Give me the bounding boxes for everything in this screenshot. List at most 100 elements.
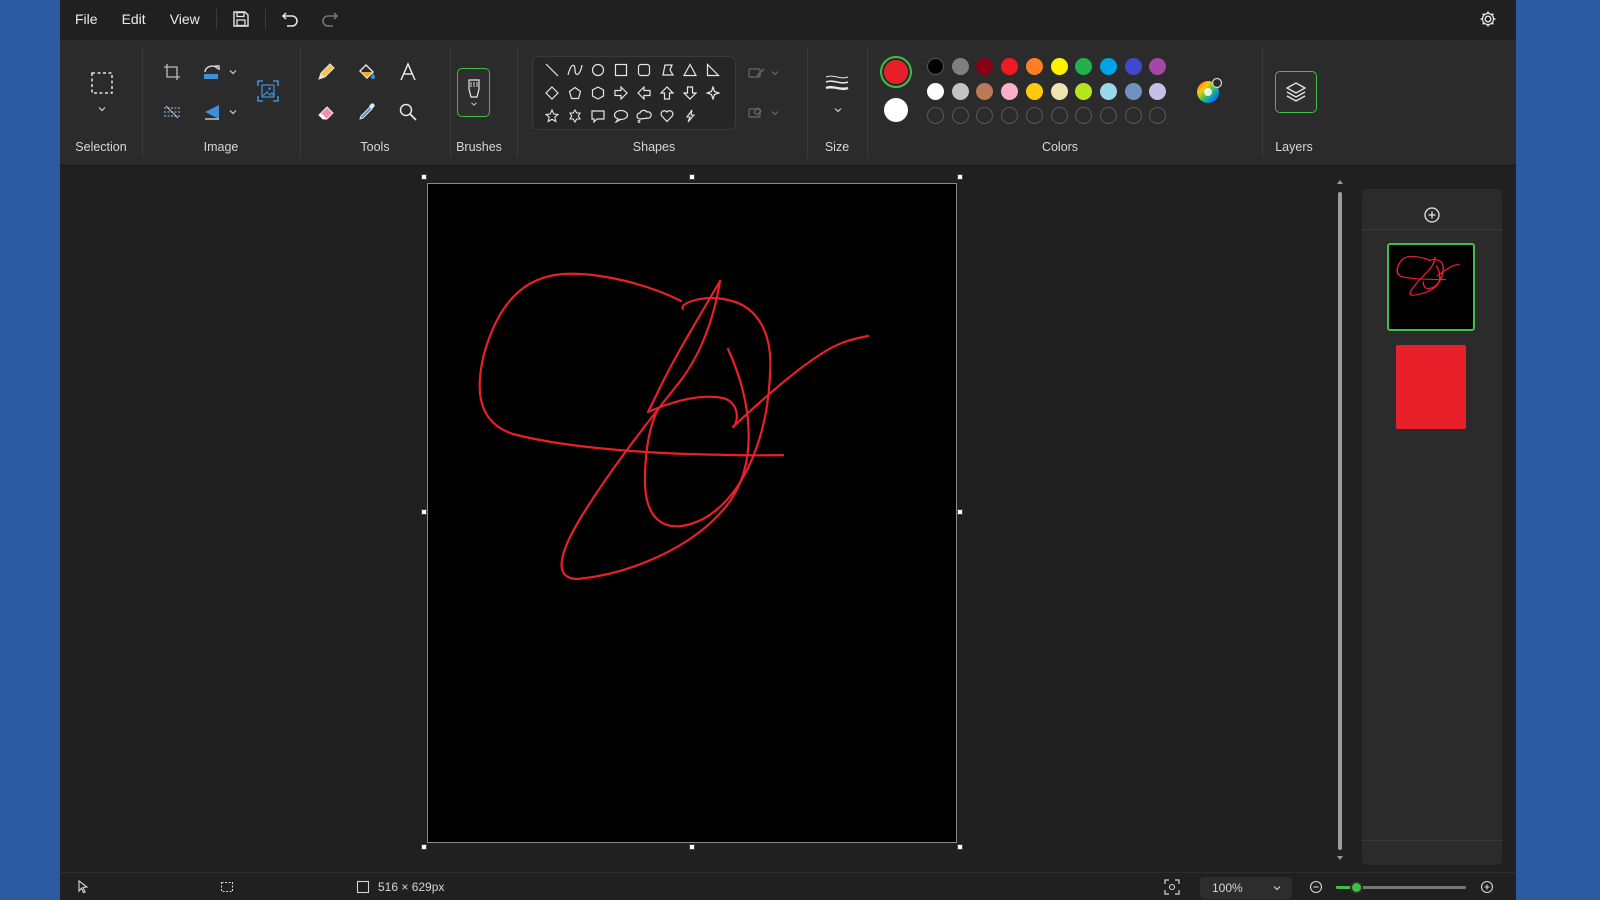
palette-color-swatch[interactable] (1099, 82, 1117, 100)
flip-icon[interactable] (197, 97, 227, 127)
palette-color-swatch[interactable] (1001, 58, 1019, 75)
palette-color-swatch[interactable] (1075, 58, 1093, 75)
resize-handle-bottom[interactable] (689, 844, 695, 850)
hexagon-shape-icon[interactable] (589, 84, 607, 102)
layer-1-thumbnail[interactable] (1387, 243, 1475, 331)
resize-handle-right[interactable] (957, 509, 963, 515)
six-point-star-shape-icon[interactable] (566, 107, 584, 125)
fit-to-window-icon[interactable] (1164, 873, 1180, 900)
palette-color-swatch[interactable] (1001, 82, 1019, 100)
menu-file[interactable]: File (63, 0, 110, 38)
drawing-canvas[interactable] (427, 183, 957, 843)
zoom-slider-thumb[interactable] (1349, 881, 1363, 894)
menu-edit[interactable]: Edit (110, 0, 158, 38)
polygon-shape-icon[interactable] (658, 61, 676, 79)
palette-color-swatch[interactable] (927, 82, 944, 100)
resize-handle-left[interactable] (421, 509, 427, 515)
resize-icon[interactable] (197, 57, 227, 87)
custom-color-slot[interactable] (976, 107, 994, 124)
custom-color-slot[interactable] (927, 107, 944, 124)
palette-color-swatch[interactable] (927, 58, 944, 75)
fill-bucket-icon[interactable] (352, 57, 382, 87)
scroll-down-arrow-icon[interactable] (1336, 854, 1344, 862)
up-arrow-shape-icon[interactable] (658, 84, 676, 102)
oval-shape-icon[interactable] (589, 61, 607, 79)
custom-color-slot[interactable] (1124, 107, 1142, 124)
right-arrow-shape-icon[interactable] (612, 84, 630, 102)
settings-gear-icon[interactable] (1476, 7, 1500, 31)
zoom-level-dropdown[interactable]: 100% (1200, 877, 1292, 899)
palette-color-swatch[interactable] (976, 58, 994, 75)
shape-outline-icon[interactable] (742, 58, 772, 88)
save-icon[interactable] (221, 0, 261, 38)
palette-color-swatch[interactable] (1025, 58, 1043, 75)
custom-color-slot[interactable] (1001, 107, 1019, 124)
zoom-in-icon[interactable] (1480, 873, 1494, 900)
zoom-slider[interactable] (1336, 881, 1466, 894)
palette-color-swatch[interactable] (1050, 82, 1068, 100)
resize-handle-top-left[interactable] (421, 174, 427, 180)
resize-handle-bottom-left[interactable] (421, 844, 427, 850)
layers-button[interactable] (1275, 71, 1317, 113)
resize-handle-top[interactable] (689, 174, 695, 180)
custom-color-slot[interactable] (1075, 107, 1093, 124)
palette-color-swatch[interactable] (1124, 58, 1142, 75)
undo-icon[interactable] (270, 0, 310, 38)
oval-callout-shape-icon[interactable] (612, 107, 630, 125)
pentagon-shape-icon[interactable] (566, 84, 584, 102)
palette-color-swatch[interactable] (1149, 58, 1167, 75)
magnifier-icon[interactable] (393, 97, 423, 127)
pencil-icon[interactable] (311, 57, 341, 87)
triangle-shape-icon[interactable] (681, 61, 699, 79)
rectangle-select-icon[interactable] (87, 68, 117, 98)
palette-color-swatch[interactable] (951, 58, 969, 75)
curve-shape-icon[interactable] (566, 61, 584, 79)
scroll-up-arrow-icon[interactable] (1336, 178, 1344, 186)
background-layer-thumbnail[interactable] (1396, 345, 1466, 429)
stroke-size-icon[interactable] (822, 68, 852, 98)
brushes-button[interactable] (457, 68, 490, 117)
five-point-star-shape-icon[interactable] (543, 107, 561, 125)
custom-color-slot[interactable] (1025, 107, 1043, 124)
primary-color-swatch[interactable] (880, 56, 912, 88)
left-arrow-shape-icon[interactable] (635, 84, 653, 102)
four-point-star-shape-icon[interactable] (704, 84, 722, 102)
zoom-out-icon[interactable] (1309, 873, 1323, 900)
rounded-rectangle-shape-icon[interactable] (635, 61, 653, 79)
palette-color-swatch[interactable] (1025, 82, 1043, 100)
crop-icon[interactable] (157, 57, 187, 87)
custom-color-slot[interactable] (1050, 107, 1068, 124)
resize-handle-bottom-right[interactable] (957, 844, 963, 850)
skew-icon[interactable] (157, 97, 187, 127)
add-layer-plus-icon[interactable] (1418, 201, 1446, 229)
vertical-scrollbar[interactable] (1337, 178, 1343, 872)
chevron-down-icon[interactable] (228, 107, 238, 117)
custom-color-slot[interactable] (1099, 107, 1117, 124)
redo-icon[interactable] (310, 0, 350, 38)
chevron-down-icon[interactable] (97, 104, 107, 114)
image-remove-background-icon[interactable] (253, 76, 283, 106)
palette-color-swatch[interactable] (1149, 82, 1167, 100)
right-triangle-shape-icon[interactable] (704, 61, 722, 79)
color-picker-icon[interactable] (352, 97, 382, 127)
diamond-shape-icon[interactable] (543, 84, 561, 102)
shape-fill-icon[interactable] (742, 98, 772, 128)
line-shape-icon[interactable] (543, 61, 561, 79)
palette-color-swatch[interactable] (1050, 58, 1068, 75)
palette-color-swatch[interactable] (1099, 58, 1117, 75)
palette-color-swatch[interactable] (1075, 82, 1093, 100)
resize-handle-top-right[interactable] (957, 174, 963, 180)
palette-color-swatch[interactable] (1124, 82, 1142, 100)
rectangle-shape-icon[interactable] (612, 61, 630, 79)
eraser-icon[interactable] (311, 97, 341, 127)
custom-color-slot[interactable] (1149, 107, 1167, 124)
down-arrow-shape-icon[interactable] (681, 84, 699, 102)
lightning-shape-icon[interactable] (681, 107, 699, 125)
palette-color-swatch[interactable] (951, 82, 969, 100)
menu-view[interactable]: View (158, 0, 212, 38)
edit-colors-wheel-icon[interactable] (1194, 76, 1224, 106)
palette-color-swatch[interactable] (976, 82, 994, 100)
text-icon[interactable] (393, 57, 423, 87)
secondary-color-swatch[interactable] (884, 98, 908, 122)
custom-color-slot[interactable] (951, 107, 969, 124)
